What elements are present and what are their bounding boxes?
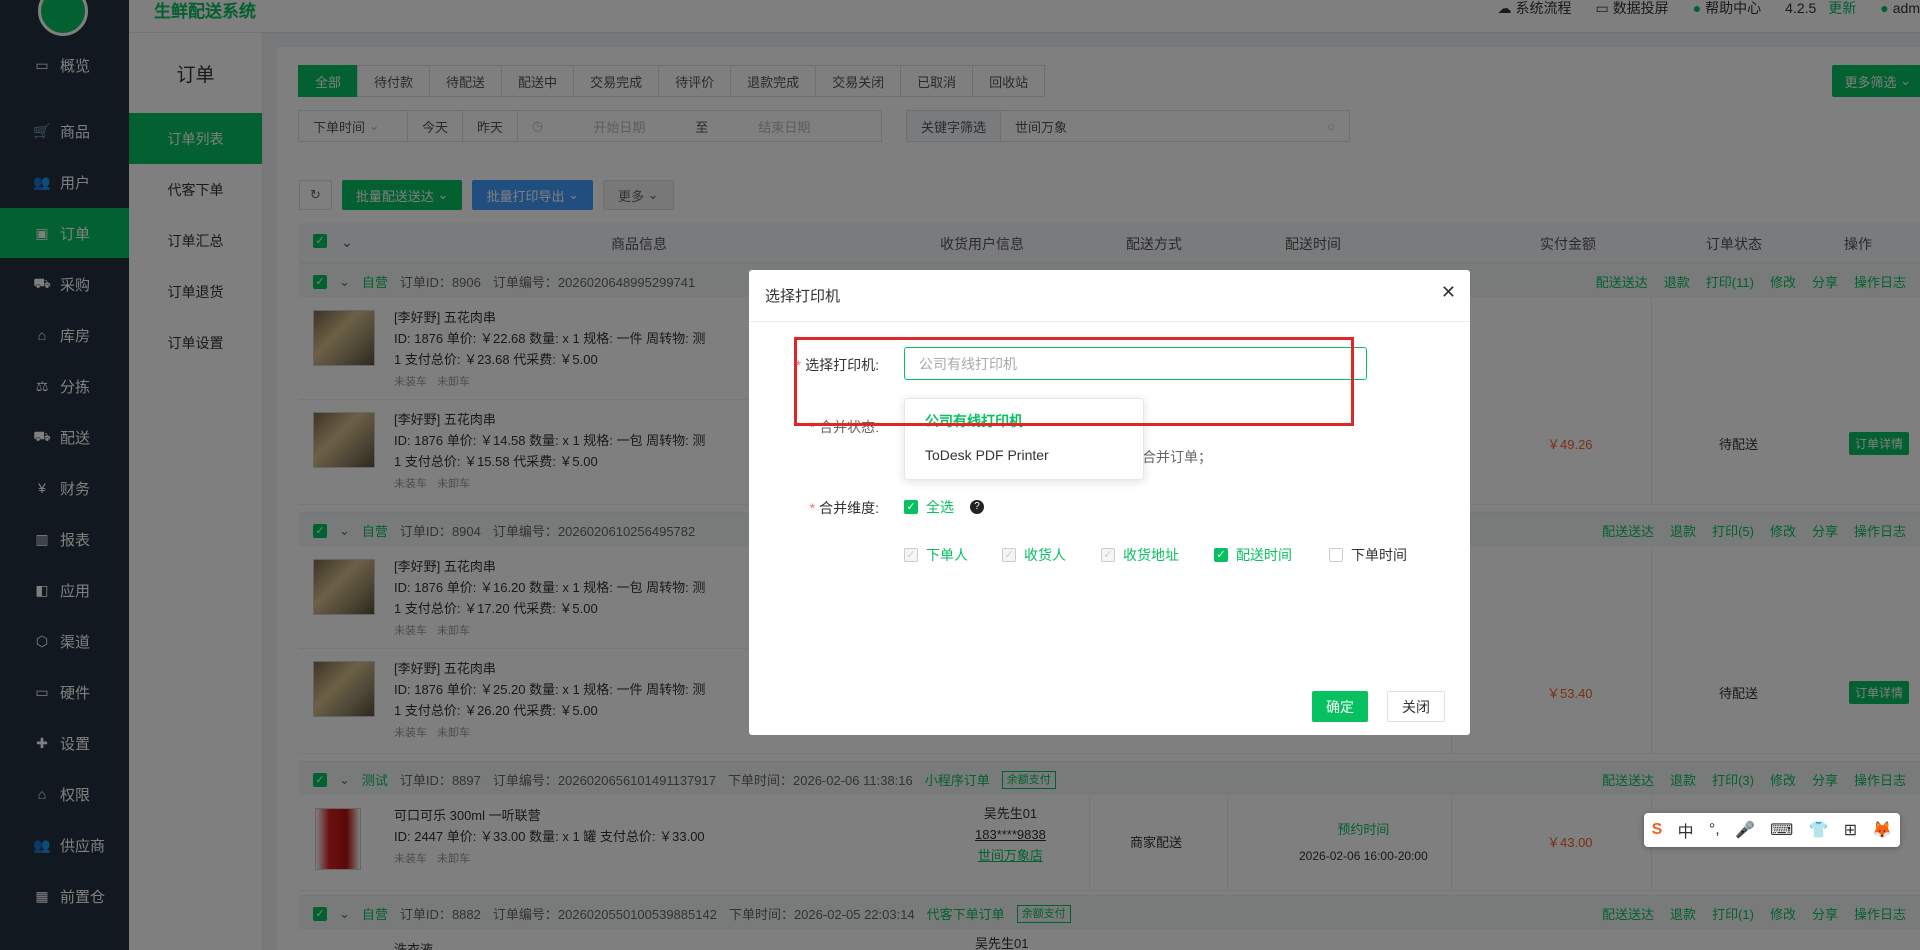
printer-option-2[interactable]: ToDesk PDF Printer xyxy=(925,447,1049,463)
punctuation-icon[interactable]: °, xyxy=(1709,821,1720,839)
merge-dimension-label: * 合并维度: xyxy=(809,500,879,516)
divider xyxy=(749,321,1470,322)
keyboard-icon[interactable]: ⌨ xyxy=(1770,820,1793,840)
microphone-icon[interactable]: 🎤 xyxy=(1735,820,1755,840)
close-icon[interactable]: ✕ xyxy=(1441,282,1456,303)
ime-toolbar: S 中 °, 🎤 ⌨ 👕 ⊞ 🦊 xyxy=(1644,813,1900,847)
dialog-title: 选择打印机 xyxy=(765,288,841,305)
merge-hint: 合并订单； xyxy=(1142,449,1212,465)
confirm-button[interactable]: 确定 xyxy=(1312,691,1368,722)
modal-backdrop[interactable] xyxy=(0,0,129,950)
dim-checkbox-ship-time[interactable]: ✓ 配送时间 xyxy=(1214,545,1292,565)
highlight-box xyxy=(794,337,1354,426)
grid-icon[interactable]: ⊞ xyxy=(1844,820,1857,840)
close-button[interactable]: 关闭 xyxy=(1387,691,1445,722)
dim-checkbox-receiver: ✓ 收货人 xyxy=(1002,545,1066,565)
dim-checkbox-order-time[interactable]: 下单时间 xyxy=(1329,545,1407,565)
ime-mode[interactable]: 中 xyxy=(1678,818,1694,842)
help-icon[interactable]: ? xyxy=(970,500,984,514)
dim-checkbox-address: ✓ 收货地址 xyxy=(1101,545,1179,565)
mascot-icon[interactable]: 🦊 xyxy=(1872,820,1892,840)
select-all-checkbox[interactable]: ✓ 全选? xyxy=(904,497,984,517)
skin-icon[interactable]: 👕 xyxy=(1809,820,1829,840)
dim-checkbox-orderer: ✓ 下单人 xyxy=(904,545,968,565)
select-printer-dialog: 选择打印机 ✕ * 选择打印机: 公司有线打印机 * 合并状态: 合并订单； * 合并… xyxy=(749,270,1470,735)
sogou-logo-icon: S xyxy=(1651,821,1663,838)
